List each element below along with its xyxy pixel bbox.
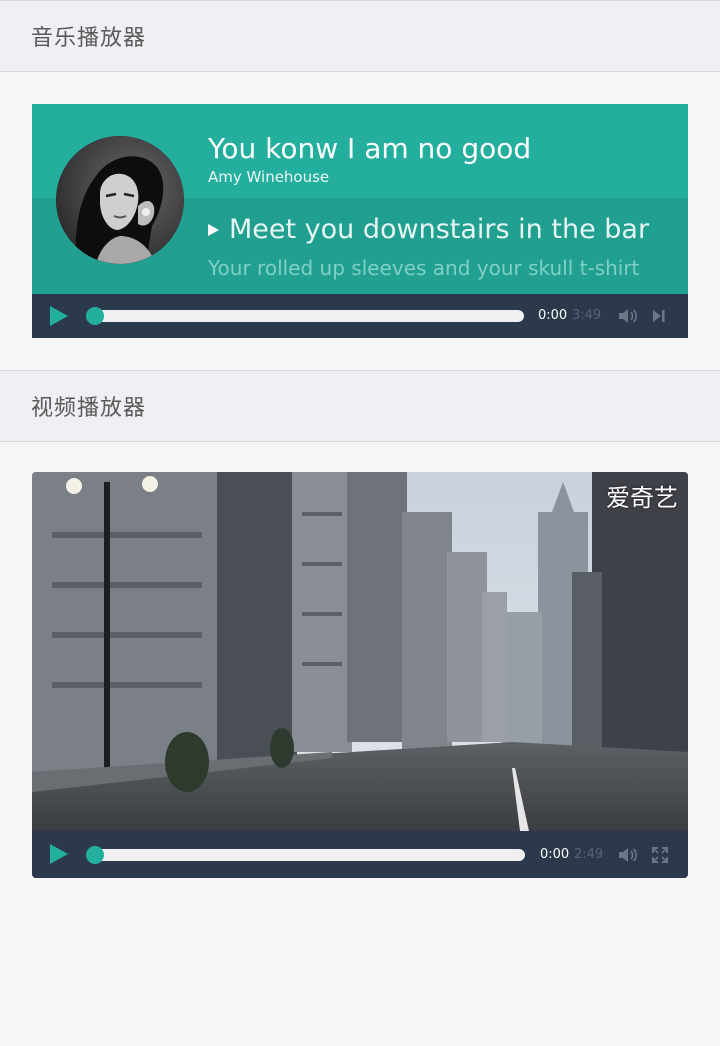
progress-knob[interactable] <box>86 846 104 864</box>
music-player: You konw I am no good Amy Winehouse Meet… <box>32 104 688 338</box>
current-lyric-line: Meet you downstairs in the bar <box>208 214 649 245</box>
city-street-video-image <box>32 472 688 831</box>
progress-knob[interactable] <box>86 307 104 325</box>
play-icon[interactable] <box>50 844 68 864</box>
volume-icon[interactable] <box>618 308 638 324</box>
video-player-header: 视频播放器 <box>0 370 720 442</box>
music-control-bar: 0:00 3:49 <box>32 294 688 338</box>
current-lyric-text: Meet you downstairs in the bar <box>229 214 650 245</box>
progress-bar[interactable] <box>86 846 525 864</box>
next-track-icon[interactable] <box>652 309 666 323</box>
play-icon[interactable] <box>50 306 68 326</box>
progress-bar[interactable] <box>86 307 524 325</box>
current-lyric-marker-icon <box>208 223 219 236</box>
iqiyi-watermark: 爱奇艺 <box>606 484 678 512</box>
total-time: 2:49 <box>574 847 604 862</box>
music-player-title: 音乐播放器 <box>31 26 147 51</box>
current-time: 0:00 <box>538 308 568 323</box>
video-control-bar: 0:00 2:49 <box>32 831 688 878</box>
music-player-header: 音乐播放器 <box>0 0 720 72</box>
next-lyric-line: Your rolled up sleeves and your skull t-… <box>208 256 640 280</box>
video-player: 爱奇艺 0:00 2:49 <box>32 472 688 878</box>
volume-icon[interactable] <box>618 847 638 863</box>
video-frame[interactable]: 爱奇艺 <box>32 472 688 831</box>
video-player-title: 视频播放器 <box>31 396 147 421</box>
album-cover <box>56 136 184 264</box>
artist-portrait-image <box>56 136 184 264</box>
song-artist: Amy Winehouse <box>208 168 330 186</box>
fullscreen-icon[interactable] <box>652 847 668 863</box>
song-title: You konw I am no good <box>208 132 532 165</box>
total-time: 3:49 <box>572 308 602 323</box>
current-time: 0:00 <box>540 847 570 862</box>
